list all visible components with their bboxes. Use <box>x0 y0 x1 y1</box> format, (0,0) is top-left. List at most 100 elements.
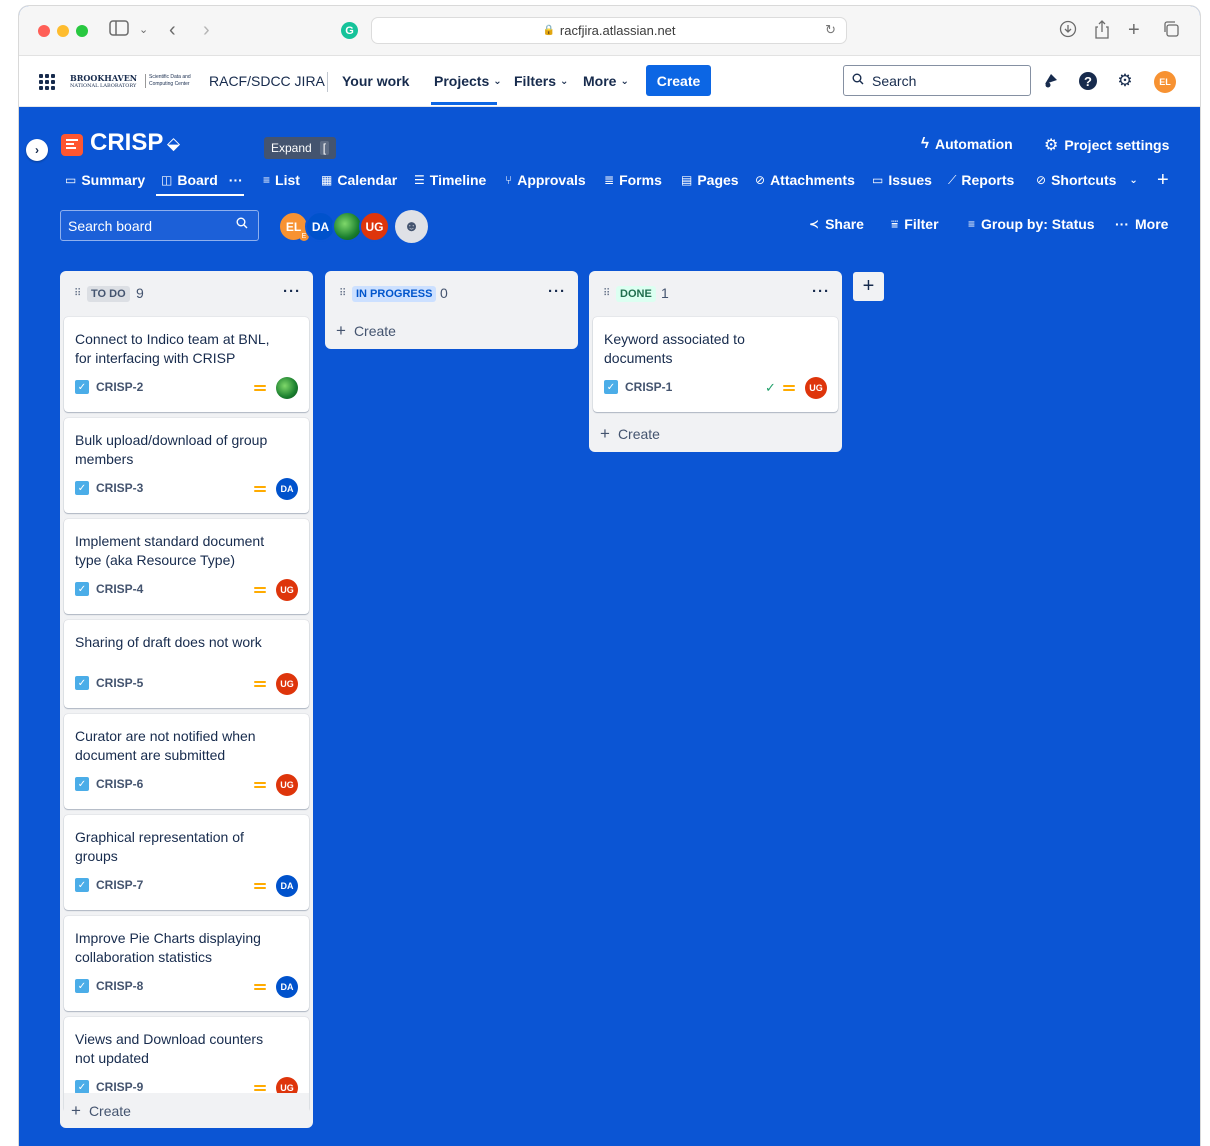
assignee-avatar[interactable]: DA <box>276 976 298 998</box>
task-icon: ✓ <box>75 1080 89 1094</box>
zoom-window-button[interactable] <box>76 25 88 37</box>
issue-key[interactable]: CRISP-6 <box>96 777 143 791</box>
brookhaven-logo[interactable]: BROOKHAVEN NATIONAL LABORATORY Scientifi… <box>70 74 195 90</box>
issue-card-crisp-1[interactable]: Keyword associated to documents ✓ CRISP-1… <box>593 317 838 412</box>
reports-icon: ⟋ <box>948 172 957 187</box>
shortcuts-icon: ⊘ <box>1036 173 1047 187</box>
nav-more[interactable]: More ⌄ <box>583 56 629 106</box>
add-column-button[interactable]: + <box>853 272 884 301</box>
user-avatar[interactable]: EL <box>1154 71 1176 93</box>
tab-timeline[interactable]: ☰ Timeline <box>414 166 486 194</box>
assignee-avatar[interactable]: UG <box>805 377 827 399</box>
share-icon[interactable] <box>1094 20 1110 45</box>
issue-key[interactable]: CRISP-8 <box>96 979 143 993</box>
assignee-avatar[interactable] <box>276 377 298 399</box>
tab-pages[interactable]: ▤ Pages <box>681 166 739 194</box>
filter-button[interactable]: ⩸ Filter <box>891 216 939 232</box>
logo-line1: BROOKHAVEN <box>70 73 138 83</box>
issue-key[interactable]: CRISP-2 <box>96 380 143 394</box>
sidebar-expand-button[interactable]: › <box>26 139 48 161</box>
active-tab-indicator <box>156 194 244 196</box>
tab-label: List <box>275 172 300 188</box>
avatar-ug[interactable]: UG <box>359 211 390 242</box>
back-arrow-icon[interactable]: ‹ <box>169 20 176 40</box>
chevron-down-icon[interactable]: ⌄ <box>139 20 148 40</box>
create-issue-button[interactable]: + Create <box>336 321 396 341</box>
project-title[interactable]: CRISP <box>90 129 163 157</box>
tab-overview-icon[interactable] <box>1162 20 1180 44</box>
address-text: racfjira.atlassian.net <box>559 23 676 38</box>
address-bar[interactable]: 🔒 racfjira.atlassian.net ↻ <box>371 17 847 44</box>
project-settings-button[interactable]: ⚙ Project settings <box>1044 135 1169 155</box>
tab-issues[interactable]: ▭ Issues <box>872 166 932 194</box>
assignee-avatar[interactable]: DA <box>276 875 298 897</box>
tab-forms[interactable]: ≣ Forms <box>604 166 662 194</box>
nav-filters[interactable]: Filters ⌄ <box>514 56 568 106</box>
global-search-input[interactable]: Search <box>843 65 1031 96</box>
issue-card-crisp-4[interactable]: Implement standard document type (aka Re… <box>64 519 309 614</box>
assignee-avatar[interactable]: UG <box>276 774 298 796</box>
issue-card-crisp-8[interactable]: Improve Pie Charts displaying collaborat… <box>64 916 309 1011</box>
drag-handle-icon[interactable]: ⠿ <box>74 288 81 299</box>
more-label: More <box>1135 216 1169 232</box>
automation-button[interactable]: ϟ Automation <box>921 135 1013 152</box>
assignee-avatar[interactable]: UG <box>276 579 298 601</box>
theme-paint-icon[interactable]: ⬙ <box>167 134 180 154</box>
nav-filters-label: Filters <box>514 73 557 89</box>
more-horizontal-icon[interactable]: ··· <box>548 283 566 300</box>
issue-key[interactable]: CRISP-5 <box>96 676 143 690</box>
tab-summary[interactable]: ▭ Summary <box>65 166 145 194</box>
close-window-button[interactable] <box>38 25 50 37</box>
more-horizontal-icon[interactable]: ··· <box>229 172 243 188</box>
site-name[interactable]: RACF/SDCC JIRA <box>209 56 325 106</box>
add-people-icon[interactable]: ☻ <box>395 210 428 243</box>
group-by-button[interactable]: ≡ Group by: Status <box>968 216 1095 232</box>
tab-shortcuts[interactable]: ⊘ Shortcuts ⌄ <box>1036 166 1138 194</box>
nav-projects[interactable]: Projects ⌄ <box>434 56 502 106</box>
create-issue-button[interactable]: + Create <box>71 1101 131 1121</box>
grammarly-icon[interactable]: G <box>341 22 358 39</box>
lock-icon: 🔒 <box>542 25 555 36</box>
notifications-icon[interactable] <box>1041 71 1061 91</box>
issue-card-crisp-7[interactable]: Graphical representation of groups ✓ CRIS… <box>64 815 309 910</box>
chevron-down-icon: ⌄ <box>560 75 569 87</box>
issue-card-crisp-2[interactable]: Connect to Indico team at BNL, for inter… <box>64 317 309 412</box>
forward-arrow-icon[interactable]: › <box>203 20 210 40</box>
attachments-icon: ⊘ <box>755 173 766 187</box>
share-button[interactable]: ≺ Share <box>809 216 864 232</box>
nav-your-work[interactable]: Your work <box>342 56 409 106</box>
create-issue-button[interactable]: + Create <box>600 424 660 444</box>
sidebar-toggle-icon[interactable] <box>109 20 129 42</box>
assignee-avatar[interactable]: DA <box>276 478 298 500</box>
tab-approvals[interactable]: ⑂ Approvals <box>505 166 586 194</box>
more-horizontal-icon[interactable]: ··· <box>812 283 830 300</box>
issue-key[interactable]: CRISP-4 <box>96 582 143 596</box>
tab-list[interactable]: ≡ List <box>263 166 300 194</box>
assignee-avatar[interactable]: UG <box>276 673 298 695</box>
issue-key[interactable]: CRISP-7 <box>96 878 143 892</box>
drag-handle-icon[interactable]: ⠿ <box>339 288 346 299</box>
issue-key[interactable]: CRISP-9 <box>96 1080 143 1094</box>
minimize-window-button[interactable] <box>57 25 69 37</box>
settings-gear-icon[interactable]: ⚙ <box>1115 71 1135 91</box>
issue-key[interactable]: CRISP-1 <box>625 380 672 394</box>
more-button[interactable]: ··· More <box>1115 216 1168 232</box>
help-icon[interactable]: ? <box>1078 71 1098 91</box>
issue-card-crisp-3[interactable]: Bulk upload/download of group members ✓ C… <box>64 418 309 513</box>
create-button[interactable]: Create <box>646 65 711 96</box>
tab-board[interactable]: ◫ Board ··· <box>161 166 243 194</box>
tab-reports[interactable]: ⟋ Reports <box>948 166 1014 194</box>
issue-card-crisp-5[interactable]: Sharing of draft does not work ✓ CRISP-5 … <box>64 620 309 708</box>
board-search-input[interactable]: Search board <box>60 210 259 241</box>
more-horizontal-icon[interactable]: ··· <box>283 283 301 300</box>
add-tab-button[interactable]: + <box>1157 166 1169 194</box>
new-tab-icon[interactable]: + <box>1128 20 1140 40</box>
issue-key[interactable]: CRISP-3 <box>96 481 143 495</box>
app-switcher-icon[interactable] <box>39 74 55 90</box>
tab-calendar[interactable]: ▦ Calendar <box>321 166 397 194</box>
issue-card-crisp-6[interactable]: Curator are not notified when document a… <box>64 714 309 809</box>
downloads-icon[interactable] <box>1059 20 1077 44</box>
tab-attachments[interactable]: ⊘ Attachments <box>755 166 855 194</box>
drag-handle-icon[interactable]: ⠿ <box>603 288 610 299</box>
reload-icon[interactable]: ↻ <box>825 22 836 38</box>
